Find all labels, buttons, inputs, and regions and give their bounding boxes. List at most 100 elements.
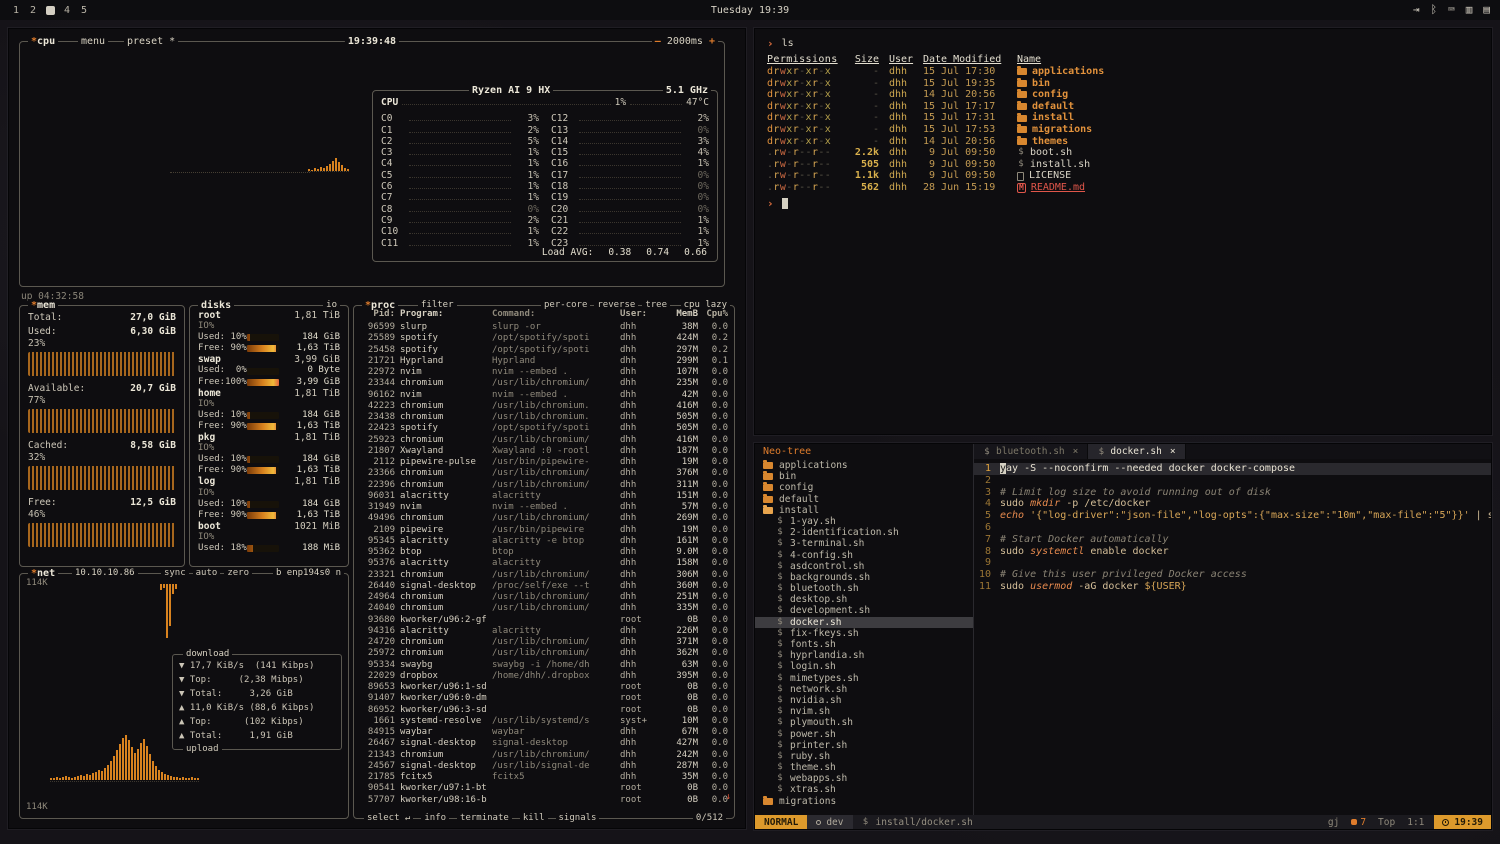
tree-item-docker.sh[interactable]: $docker.sh bbox=[755, 617, 973, 628]
tree-item-hyprlandia.sh[interactable]: $hyprlandia.sh bbox=[755, 650, 973, 661]
tree-item-config[interactable]: config bbox=[755, 482, 973, 493]
process-row[interactable]: 22423spotify/opt/spotify/spotidhh505M0.0 bbox=[360, 423, 728, 434]
net-option-zero[interactable]: zero bbox=[224, 567, 252, 580]
process-row[interactable]: 94316alacrittyalacrittydhh226M0.0 bbox=[360, 626, 728, 637]
tab-docker.sh[interactable]: $docker.sh× bbox=[1088, 444, 1185, 459]
terminal-window[interactable]: › ls Permissions Size User Date Modified… bbox=[754, 28, 1492, 435]
process-row[interactable]: 95376alacrittyalacrittydhh158M0.0 bbox=[360, 558, 728, 569]
process-row[interactable]: 1661systemd-resolve/usr/lib/systemd/ssys… bbox=[360, 716, 728, 727]
tree-item-network.sh[interactable]: $network.sh bbox=[755, 684, 973, 695]
process-row[interactable]: 95362btopbtopdhh9.0M0.0 bbox=[360, 547, 728, 558]
process-row[interactable]: 95345alacrittyalacritty -e btopdhh161M0.… bbox=[360, 536, 728, 547]
tree-item-fonts.sh[interactable]: $fonts.sh bbox=[755, 639, 973, 650]
tree-item-4-config.sh[interactable]: $4-config.sh bbox=[755, 550, 973, 561]
tab-bluetooth.sh[interactable]: $bluetooth.sh× bbox=[974, 444, 1088, 459]
tree-item-webapps.sh[interactable]: $webapps.sh bbox=[755, 773, 973, 784]
tree-item-asdcontrol.sh[interactable]: $asdcontrol.sh bbox=[755, 561, 973, 572]
interval-control[interactable]: — 2000ms + bbox=[652, 35, 718, 48]
editor-line-9[interactable]: 9 bbox=[974, 557, 1491, 569]
editor[interactable]: 1yay -S --noconfirm --needed docker dock… bbox=[974, 459, 1491, 815]
tree-item-install[interactable]: install bbox=[755, 505, 973, 516]
tree-item-2-identification.sh[interactable]: $2-identification.sh bbox=[755, 527, 973, 538]
process-row[interactable]: 21807XwaylandXwayland :0 -rootldhh187M0.… bbox=[360, 446, 728, 457]
process-row[interactable]: 95334swaybgswaybg -i /home/dhdhh63M0.0 bbox=[360, 660, 728, 671]
process-row[interactable]: 91407kworker/u96:0-dmroot0B0.0 bbox=[360, 693, 728, 704]
scroll-down-icon[interactable]: ↓ bbox=[726, 792, 731, 802]
process-row[interactable]: 2112pipewire-pulse/usr/bin/pipewire-dhh1… bbox=[360, 457, 728, 468]
tree-item-fix-fkeys.sh[interactable]: $fix-fkeys.sh bbox=[755, 628, 973, 639]
process-row[interactable]: 49496chromium/usr/lib/chromium/dhh269M0.… bbox=[360, 513, 728, 524]
process-row[interactable]: 25589spotify/opt/spotify/spotidhh424M0.2 bbox=[360, 333, 728, 344]
tree-item-backgrounds.sh[interactable]: $backgrounds.sh bbox=[755, 572, 973, 583]
workspace-5[interactable]: 5 bbox=[78, 3, 90, 17]
process-row[interactable]: 22029dropbox/home/dhh/.dropboxdhh395M0.0 bbox=[360, 671, 728, 682]
tree-item-migrations[interactable]: migrations bbox=[755, 796, 973, 807]
process-row[interactable]: 22396chromium/usr/lib/chromium/dhh311M0.… bbox=[360, 480, 728, 491]
process-row[interactable]: 22972nvimnvim --embed .dhh107M0.0 bbox=[360, 367, 728, 378]
net-option-auto[interactable]: auto bbox=[193, 567, 221, 580]
editor-line-2[interactable]: 2 bbox=[974, 475, 1491, 487]
tree-item-bin[interactable]: bin bbox=[755, 471, 973, 482]
process-row[interactable]: 25458spotify/opt/spotify/spotidhh297M0.2 bbox=[360, 345, 728, 356]
tree-item-3-terminal.sh[interactable]: $3-terminal.sh bbox=[755, 538, 973, 549]
workspace-3[interactable] bbox=[44, 3, 56, 17]
cpu-box-title[interactable]: *cpu bbox=[28, 35, 58, 48]
editor-line-3[interactable]: 3# Limit log size to avoid running out o… bbox=[974, 487, 1491, 499]
process-row[interactable]: 96031alacrittyalacrittydhh151M0.0 bbox=[360, 491, 728, 502]
tree-item-plymouth.sh[interactable]: $plymouth.sh bbox=[755, 717, 973, 728]
net-option-sync[interactable]: sync bbox=[161, 567, 189, 580]
mem-box-title[interactable]: *mem bbox=[28, 299, 58, 312]
tree-item-ruby.sh[interactable]: $ruby.sh bbox=[755, 751, 973, 762]
tree-item-development.sh[interactable]: $development.sh bbox=[755, 605, 973, 616]
network-icon[interactable]: ▤ bbox=[1483, 3, 1490, 17]
process-row[interactable]: 23366chromium/usr/lib/chromium/dhh376M0.… bbox=[360, 468, 728, 479]
editor-line-4[interactable]: 4sudo mkdir -p /etc/docker bbox=[974, 498, 1491, 510]
tree-item-applications[interactable]: applications bbox=[755, 460, 973, 471]
tree-item-mimetypes.sh[interactable]: $mimetypes.sh bbox=[755, 673, 973, 684]
decrease-interval-icon[interactable]: — bbox=[655, 36, 661, 47]
editor-line-10[interactable]: 10# Give this user privileged Docker acc… bbox=[974, 569, 1491, 581]
display-icon[interactable]: ▥ bbox=[1466, 3, 1473, 17]
workspace-1[interactable]: 1 bbox=[10, 3, 22, 17]
process-row[interactable]: 89653kworker/u96:1-sdroot0B0.0 bbox=[360, 682, 728, 693]
process-row[interactable]: 24567signal-desktop/usr/lib/signal-dedhh… bbox=[360, 761, 728, 772]
editor-line-6[interactable]: 6 bbox=[974, 522, 1491, 534]
bluetooth-icon[interactable]: ᛒ bbox=[1431, 3, 1438, 17]
workspace-2[interactable]: 2 bbox=[27, 3, 39, 17]
menu-button[interactable]: menu bbox=[78, 35, 108, 48]
workspace-4[interactable]: 4 bbox=[61, 3, 73, 17]
tree-item-login.sh[interactable]: $login.sh bbox=[755, 661, 973, 672]
process-row[interactable]: 26440signal-desktop/proc/self/exe --tdhh… bbox=[360, 581, 728, 592]
proc-action-info[interactable]: info bbox=[421, 812, 449, 825]
process-row[interactable]: 25923chromium/usr/lib/chromium/dhh416M0.… bbox=[360, 435, 728, 446]
process-row[interactable]: 86952kworker/u96:3-sdroot0B0.0 bbox=[360, 705, 728, 716]
tab-close-icon[interactable]: × bbox=[1073, 446, 1079, 457]
process-row[interactable]: 24964chromium/usr/lib/chromium/dhh251M0.… bbox=[360, 592, 728, 603]
editor-line-5[interactable]: 5echo '{"log-driver":"json-file","log-op… bbox=[974, 510, 1491, 522]
process-row[interactable]: 23438chromium/usr/lib/chromium.dhh505M0.… bbox=[360, 412, 728, 423]
process-row[interactable]: 24040chromium/usr/lib/chromium/dhh335M0.… bbox=[360, 603, 728, 614]
tree-item-printer.sh[interactable]: $printer.sh bbox=[755, 740, 973, 751]
process-row[interactable]: 23344chromium/usr/lib/chromium/dhh235M0.… bbox=[360, 378, 728, 389]
process-row[interactable]: 96599slurpslurp -ordhh38M0.0 bbox=[360, 322, 728, 333]
proc-action-select[interactable]: select ↵ bbox=[364, 812, 413, 825]
process-row[interactable]: 93680kworker/u96:2-gfroot0B0.0 bbox=[360, 615, 728, 626]
btop-window[interactable]: *cpu menu preset * 19:39:48 — 2000ms + R… bbox=[8, 28, 746, 829]
increase-interval-icon[interactable]: + bbox=[709, 36, 715, 47]
tree-item-default[interactable]: default bbox=[755, 494, 973, 505]
process-row[interactable]: 84915waybarwaybardhh67M0.0 bbox=[360, 727, 728, 738]
process-row[interactable]: 24720chromium/usr/lib/chromium/dhh371M0.… bbox=[360, 637, 728, 648]
screencast-icon[interactable]: ⇥ bbox=[1413, 3, 1420, 17]
proc-action-terminate[interactable]: terminate bbox=[457, 812, 512, 825]
process-row[interactable]: 96162nvimnvim --embed .dhh42M0.0 bbox=[360, 390, 728, 401]
process-row[interactable]: 31949nvimnvim --embed .dhh57M0.0 bbox=[360, 502, 728, 513]
editor-line-7[interactable]: 7# Start Docker automatically bbox=[974, 534, 1491, 546]
process-row[interactable]: 57707kworker/u98:16-broot0B0.0 bbox=[360, 795, 728, 805]
process-row[interactable]: 26467signal-desktopsignal-desktopdhh427M… bbox=[360, 738, 728, 749]
process-row[interactable]: 21343chromium/usr/lib/chromium/dhh242M0.… bbox=[360, 750, 728, 761]
proc-action-signals[interactable]: signals bbox=[556, 812, 600, 825]
process-row[interactable]: 90541kworker/u97:1-btroot0B0.0 bbox=[360, 783, 728, 794]
proc-action-kill[interactable]: kill bbox=[520, 812, 548, 825]
process-row[interactable]: 2109pipewire/usr/bin/pipewiredhh19M0.0 bbox=[360, 525, 728, 536]
tree-item-1-yay.sh[interactable]: $1-yay.sh bbox=[755, 516, 973, 527]
